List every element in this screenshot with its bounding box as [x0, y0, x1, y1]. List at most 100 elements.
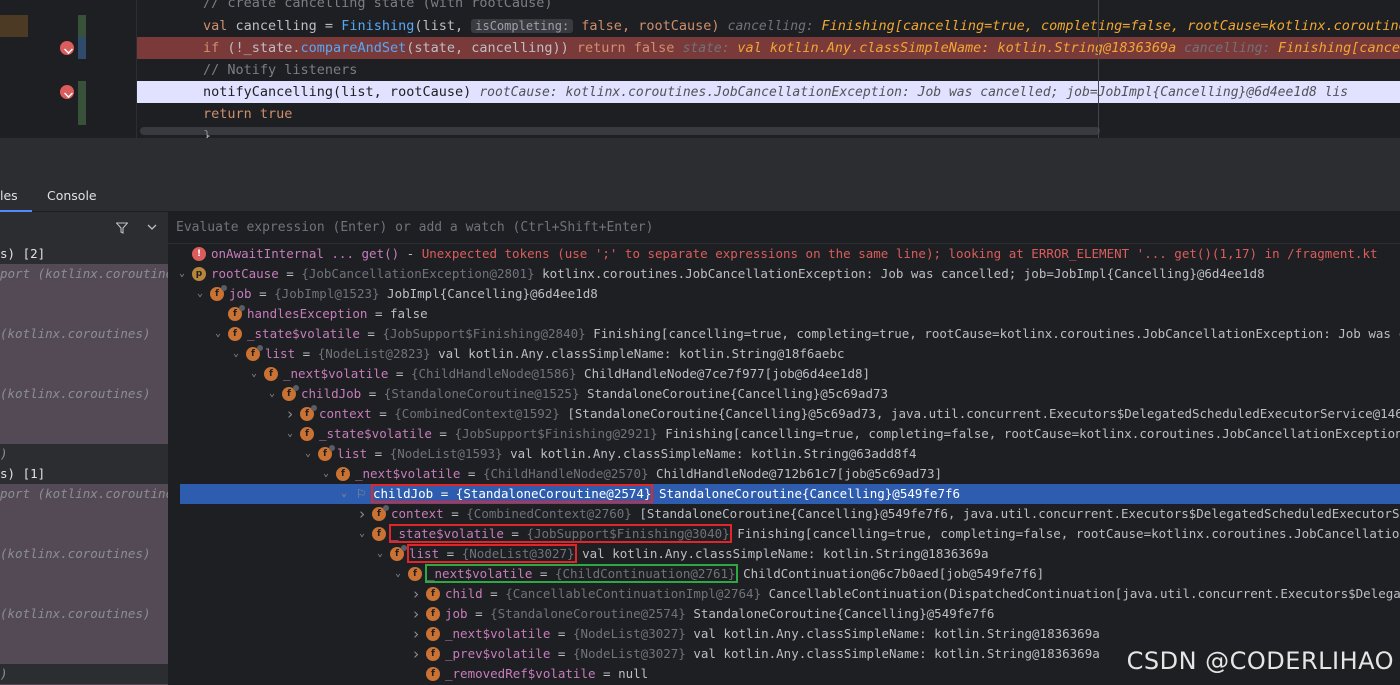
variable-type: {StandaloneCoroutine@2574} [455, 486, 652, 501]
collapse-chevron-icon[interactable]: ⌄ [320, 464, 332, 484]
variable-type: {CancellableContinuationImpl@2764} [505, 586, 762, 601]
vcs-change-marker[interactable] [78, 81, 86, 125]
breakpoint-icon[interactable] [60, 85, 74, 99]
stack-frame[interactable]: (kotlinx.coroutines) [0, 604, 168, 624]
variable-row[interactable]: ⌄ f list = {NodeList@1593} val kotlin.Any.… [168, 444, 1400, 464]
variable-name: child [445, 586, 483, 601]
variable-row[interactable]: › f _next$volatile = {NodeList@3027} val k… [168, 624, 1400, 644]
variable-label: _next$volatile = {NodeList@3027} [445, 626, 686, 641]
variable-row[interactable]: ⌄ ⚐ childJob = {StandaloneCoroutine@2574} … [180, 484, 1400, 504]
stack-frame[interactable]: port (kotlinx.coroutines [0, 484, 168, 504]
variable-row[interactable]: › f context = {CombinedContext@2760} [Stan… [168, 504, 1400, 524]
field-icon: f [390, 545, 407, 561]
stack-frame[interactable] [0, 504, 168, 544]
vcs-change-marker[interactable] [78, 15, 86, 37]
variable-row[interactable]: ⌄ f _state$volatile = {JobSupport$Finishin… [168, 424, 1400, 444]
field-icon: f [372, 505, 389, 521]
variable-row[interactable]: ⌄ f _next$volatile = {ChildHandleNode@1586… [168, 364, 1400, 384]
code-line[interactable]: 825// Notify listeners [137, 59, 1400, 81]
breakpoint-icon[interactable] [60, 41, 74, 55]
code-line[interactable]: if (!_state.compareAndSet(state, cancell… [137, 37, 1400, 59]
panel-splitter[interactable] [0, 138, 1400, 180]
expand-chevron-icon[interactable]: › [410, 604, 422, 624]
stack-frame[interactable]: port (kotlinx.coroutines [0, 264, 168, 284]
stack-frame[interactable] [0, 284, 168, 324]
stack-frame[interactable]: (kotlinx.coroutines) [0, 384, 168, 404]
variable-value: val kotlin.Any.classSimpleName: kotlin.S… [438, 346, 845, 361]
stack-frame[interactable] [0, 624, 168, 664]
return-false-hint: return false [576, 40, 675, 56]
collapse-chevron-icon[interactable]: ⌄ [248, 364, 260, 384]
variable-row[interactable]: ⌄ f list = {NodeList@3027} val kotlin.Any.… [168, 544, 1400, 564]
variable-row[interactable]: ⌄ p rootCause = {JobCancellationException@… [168, 264, 1400, 284]
expand-chevron-icon[interactable]: › [284, 404, 296, 424]
variable-type: {NodeList@3027} [572, 646, 686, 661]
parameter-hint-chip: isCompleting: [471, 19, 574, 33]
vcs-change-marker[interactable] [78, 37, 86, 59]
collapse-chevron-icon[interactable]: ⌄ [212, 324, 224, 344]
collapse-chevron-icon[interactable]: ⌄ [230, 344, 242, 364]
variable-type: {CombinedContext@1592} [394, 406, 560, 421]
code-line-partial[interactable]: // create cancelling state (with rootCau… [137, 0, 1400, 14]
editor-horizontal-scrollbar[interactable] [140, 127, 1100, 135]
variable-row[interactable]: ⌄ f childJob = {StandaloneCoroutine@1525} … [168, 384, 1400, 404]
variable-row[interactable]: ⌄ f list = {NodeList@2823} val kotlin.Any.… [168, 344, 1400, 364]
frames-toolbar [0, 212, 168, 244]
variable-row[interactable]: › f context = {CombinedContext@1592} [Stan… [168, 404, 1400, 424]
stack-frame[interactable] [0, 564, 168, 584]
stack-frame[interactable] [0, 404, 168, 444]
filter-icon[interactable] [116, 222, 128, 234]
expand-chevron-icon[interactable]: › [410, 624, 422, 644]
collapse-chevron-icon[interactable]: ⌄ [284, 424, 296, 444]
collapse-chevron-icon[interactable]: ⌄ [266, 384, 278, 404]
variable-row[interactable]: ⌄ f _next$volatile = {ChildHandleNode@2570… [168, 464, 1400, 484]
collapse-chevron-icon[interactable]: ⌄ [176, 264, 188, 284]
variable-row[interactable]: ⌄ f job = {JobImpl@1523} JobImpl{Cancellin… [168, 284, 1400, 304]
chevron-down-icon[interactable] [147, 222, 157, 232]
field-icon: f [426, 587, 440, 601]
code-editor[interactable]: // create cancelling state (with rootCau… [0, 0, 1400, 138]
code-line[interactable]: 823val cancelling = Finishing(list, isCo… [137, 15, 1400, 37]
code-line[interactable]: 827return true [137, 103, 1400, 125]
expand-chevron-icon[interactable]: › [410, 584, 422, 604]
expand-chevron-icon[interactable]: › [356, 504, 368, 524]
collapse-chevron-icon[interactable]: ⌄ [392, 564, 404, 584]
thread-header[interactable]: s) [1] [0, 464, 168, 484]
thread-header[interactable]: s) [2] [0, 244, 168, 264]
stack-frame[interactable] [0, 584, 168, 604]
inline-debug-value[interactable]: state: val kotlin.Any.classSimpleName: k… [683, 40, 1400, 56]
variable-row[interactable]: › f child = {CancellableContinuationImpl@2… [168, 584, 1400, 604]
expand-chevron-icon[interactable]: › [410, 644, 422, 664]
variable-value: StandaloneCoroutine{Cancelling}@5c69ad73 [587, 386, 889, 401]
collapse-chevron-icon[interactable]: ⌄ [302, 444, 314, 464]
stack-frame[interactable]: (kotlinx.coroutines) [0, 544, 168, 564]
variable-name: _next$volatile [427, 566, 533, 581]
collapse-chevron-icon[interactable]: ⌄ [374, 544, 386, 564]
stack-frame[interactable] [0, 364, 168, 384]
variable-row[interactable]: ⌄ f _state$volatile = {JobSupport$Finishin… [168, 324, 1400, 344]
parameter-icon: p [192, 267, 206, 281]
stack-frame[interactable]: ) [0, 444, 168, 464]
stack-frame[interactable]: ) [0, 664, 168, 684]
stack-frame[interactable] [0, 344, 168, 364]
tab-console[interactable]: Console [47, 180, 97, 212]
variable-row[interactable]: › f job = {StandaloneCoroutine@2574} Stand… [168, 604, 1400, 624]
variable-row[interactable]: ⌄ f _next$volatile = {ChildContinuation@27… [168, 564, 1400, 584]
collapse-chevron-icon[interactable]: ⌄ [338, 484, 350, 504]
variable-name: _next$volatile [445, 626, 551, 641]
inline-debug-value[interactable]: cancelling: Finishing[cancelling=true, c… [728, 18, 1400, 34]
variable-row[interactable]: ! onAwaitInternal ... get() - Unexpected … [168, 244, 1400, 264]
evaluate-expression-input[interactable] [176, 219, 1376, 237]
variable-row[interactable]: ⌄ f _state$volatile = {JobSupport$Finishin… [168, 524, 1400, 544]
variable-row[interactable]: f handlesException = false [168, 304, 1400, 324]
variable-value: ChildHandleNode@7ce7f977[job@6d4ee1d8] [584, 366, 871, 381]
tab-variables[interactable]: les [0, 180, 32, 212]
code-line[interactable]: notifyCancelling(list, rootCause) rootCa… [137, 81, 1400, 103]
field-icon: f [408, 567, 422, 581]
collapse-chevron-icon[interactable]: ⌄ [194, 284, 206, 304]
collapse-chevron-icon[interactable]: ⌄ [356, 524, 368, 544]
field-icon: f [300, 427, 314, 441]
inline-debug-value[interactable]: rootCause: kotlinx.coroutines.JobCancell… [479, 84, 1348, 100]
stack-frame[interactable]: (kotlinx.coroutines) [0, 324, 168, 344]
evaluate-bar [168, 212, 1400, 244]
